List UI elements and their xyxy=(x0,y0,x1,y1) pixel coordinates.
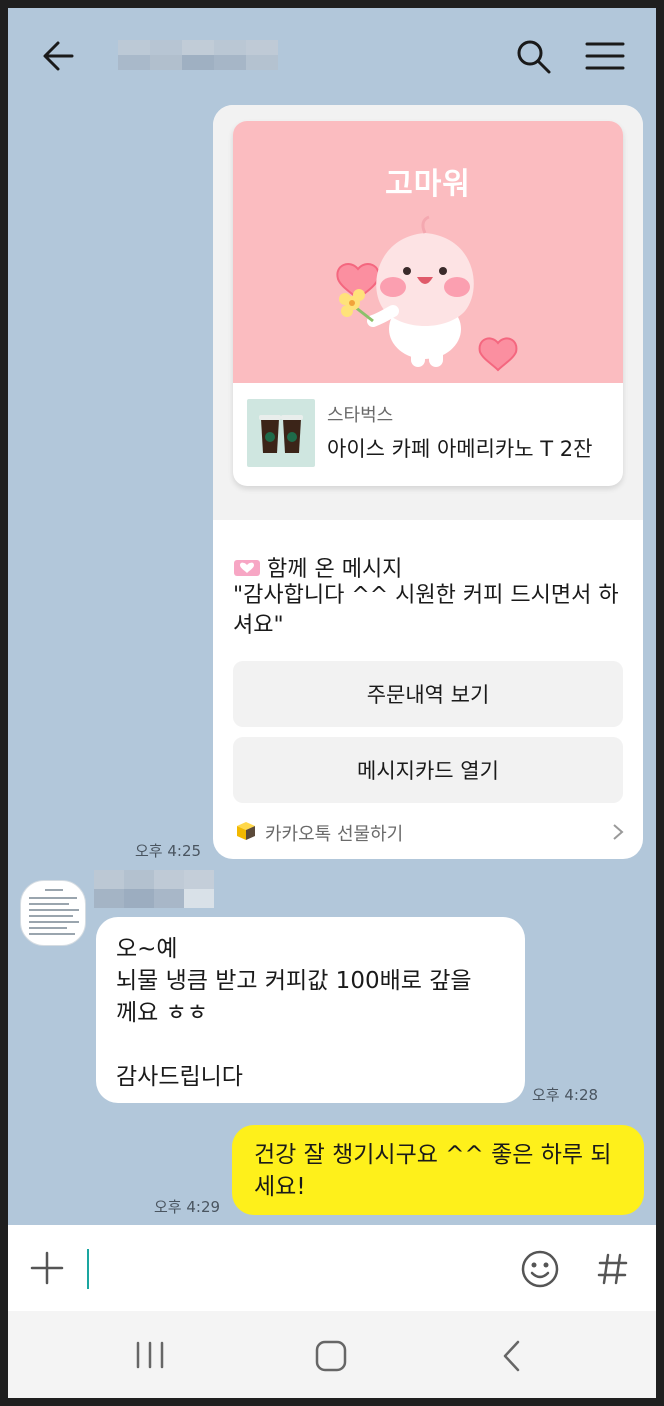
received-message-text: 오~예 뇌물 냉큼 받고 커피값 100배로 갚을 께요 ㅎㅎ 감사드립니다 xyxy=(116,936,472,1090)
system-navigation-bar xyxy=(8,1311,656,1398)
chat-header xyxy=(8,8,656,104)
order-history-button[interactable]: 주문내역 보기 xyxy=(233,661,623,727)
emoji-button[interactable] xyxy=(520,1249,560,1289)
chat-screen: 고마워 스타벅스 아이스 카페 아메리카노 T 2잔 함께 온 메시지 "감사합… xyxy=(8,8,656,1398)
home-button[interactable] xyxy=(314,1339,348,1373)
plus-icon xyxy=(30,1251,64,1285)
heart-letter-icon xyxy=(234,560,260,576)
emoji-icon xyxy=(521,1250,559,1288)
gift-card-inner[interactable]: 고마워 스타벅스 아이스 카페 아메리카노 T 2잔 xyxy=(233,121,623,486)
menu-button[interactable] xyxy=(583,36,627,76)
chevron-right-icon xyxy=(613,824,624,840)
gift-preview: 고마워 스타벅스 아이스 카페 아메리카노 T 2잔 xyxy=(213,105,643,520)
received-message-time: 오후 4:28 xyxy=(532,1086,599,1104)
product-brand: 스타벅스 xyxy=(327,405,394,426)
sender-avatar[interactable] xyxy=(20,880,86,946)
gift-product-row: 스타벅스 아이스 카페 아메리카노 T 2잔 xyxy=(247,399,617,469)
attach-button[interactable] xyxy=(30,1251,64,1285)
sent-message-time: 오후 4:29 xyxy=(154,1198,221,1216)
message-heading-text: 함께 온 메시지 xyxy=(267,557,403,582)
system-back-button[interactable] xyxy=(500,1339,524,1373)
chat-title-blurred xyxy=(118,40,278,70)
gift-message-card[interactable]: 고마워 스타벅스 아이스 카페 아메리카노 T 2잔 함께 온 메시지 "감사합… xyxy=(213,105,643,859)
apeach-character-illustration xyxy=(336,215,518,372)
recent-apps-button[interactable] xyxy=(132,1339,168,1371)
open-message-card-button[interactable]: 메시지카드 열기 xyxy=(233,737,623,803)
search-icon xyxy=(517,40,551,74)
hamburger-menu-icon xyxy=(585,42,625,70)
search-button[interactable] xyxy=(513,36,553,76)
message-input[interactable] xyxy=(86,1247,496,1289)
gift-card-illustration: 고마워 xyxy=(233,121,623,383)
attached-message-heading: 함께 온 메시지 xyxy=(233,551,402,583)
hashtag-search-button[interactable] xyxy=(596,1249,630,1289)
sender-name-blurred xyxy=(94,870,214,908)
home-icon xyxy=(315,1340,347,1372)
message-input-bar xyxy=(8,1225,656,1311)
attached-message-text: "감사합니다 ^^ 시원한 커피 드시면서 하셔요" xyxy=(233,583,619,638)
arrow-left-icon xyxy=(43,41,74,71)
sent-message-bubble[interactable]: 건강 잘 챙기시구요 ^^ 좋은 하루 되세요! xyxy=(232,1125,644,1215)
sent-message-text: 건강 잘 챙기시구요 ^^ 좋은 하루 되세요! xyxy=(254,1142,612,1200)
kakao-gift-label: 카카오톡 선물하기 xyxy=(265,824,404,845)
received-message-bubble[interactable]: 오~예 뇌물 냉큼 받고 커피값 100배로 갚을 께요 ㅎㅎ 감사드립니다 xyxy=(96,917,525,1103)
product-name: 아이스 카페 아메리카노 T 2잔 xyxy=(327,437,593,461)
recent-apps-icon xyxy=(136,1341,164,1369)
hash-icon xyxy=(597,1253,628,1285)
kakao-gift-link[interactable]: 카카오톡 선물하기 xyxy=(233,817,628,847)
back-button[interactable] xyxy=(38,36,78,76)
gift-box-icon xyxy=(237,822,255,840)
chevron-left-icon xyxy=(503,1340,520,1372)
text-caret xyxy=(87,1249,89,1289)
gift-message-time: 오후 4:25 xyxy=(135,842,202,860)
iced-coffee-cups-image xyxy=(259,415,303,453)
product-thumbnail xyxy=(247,399,315,467)
